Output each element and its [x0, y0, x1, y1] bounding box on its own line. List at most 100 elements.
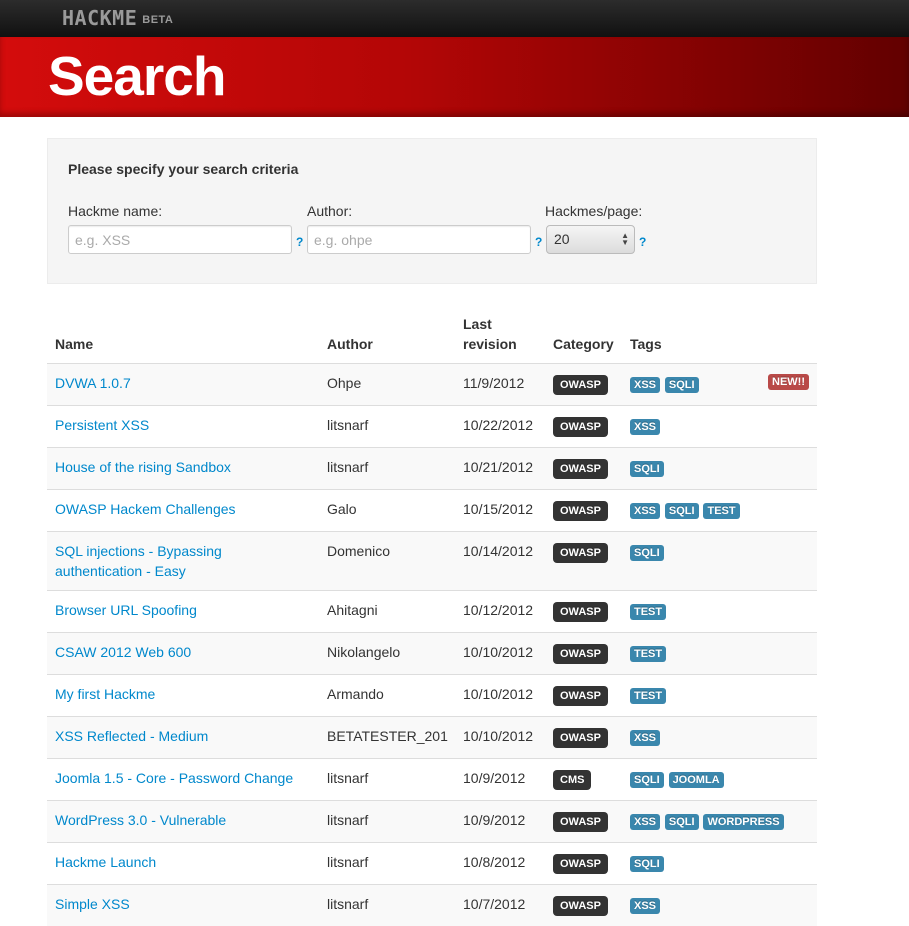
- tag-label[interactable]: XSS: [630, 730, 660, 746]
- category-cell: OWASP: [545, 843, 622, 885]
- tag-label[interactable]: XSS: [630, 419, 660, 435]
- author-input[interactable]: [307, 225, 531, 254]
- brand-logo[interactable]: HACKME BETA: [62, 6, 173, 30]
- author-cell: litsnarf: [319, 448, 455, 490]
- tag-label[interactable]: JOOMLA: [669, 772, 724, 788]
- search-panel: Please specify your search criteria Hack…: [47, 138, 817, 284]
- tag-label[interactable]: XSS: [630, 503, 660, 519]
- category-cell: CMS: [545, 759, 622, 801]
- page-title: Search: [48, 49, 225, 104]
- category-cell: OWASP: [545, 448, 622, 490]
- revision-cell: 10/22/2012: [455, 406, 545, 448]
- per-page-select[interactable]: 20 ▲▼: [546, 225, 635, 254]
- category-cell: OWASP: [545, 633, 622, 675]
- header-last-revision-line1: Last: [463, 316, 492, 332]
- hackme-link[interactable]: Joomla 1.5 - Core - Password Change: [55, 770, 293, 786]
- tag-label[interactable]: TEST: [630, 646, 666, 662]
- header-last-revision[interactable]: Last revision: [455, 306, 545, 364]
- category-label[interactable]: OWASP: [553, 686, 608, 706]
- author-cell: Armando: [319, 675, 455, 717]
- hackme-link[interactable]: WordPress 3.0 - Vulnerable: [55, 812, 226, 828]
- tag-label[interactable]: XSS: [630, 898, 660, 914]
- search-heading: Please specify your search criteria: [68, 161, 298, 177]
- category-label[interactable]: OWASP: [553, 602, 608, 622]
- results-table: Name Author Last revision Category Tags D…: [47, 306, 817, 926]
- tags-cell: TEST: [622, 591, 817, 633]
- hackme-link[interactable]: OWASP Hackem Challenges: [55, 501, 236, 517]
- category-label[interactable]: CMS: [553, 770, 591, 790]
- header-category[interactable]: Category: [545, 306, 622, 364]
- tag-label[interactable]: SQLI: [630, 772, 664, 788]
- tag-label[interactable]: TEST: [630, 604, 666, 620]
- hackme-name-input[interactable]: [68, 225, 292, 254]
- tag-label[interactable]: SQLI: [630, 461, 664, 477]
- name-cell: Joomla 1.5 - Core - Password Change: [47, 759, 319, 801]
- hackme-link[interactable]: XSS Reflected - Medium: [55, 728, 208, 744]
- category-label[interactable]: OWASP: [553, 459, 608, 479]
- author-cell: Ohpe: [319, 364, 455, 406]
- tags-cell: SQLI JOOMLA: [622, 759, 817, 801]
- category-label[interactable]: OWASP: [553, 543, 608, 563]
- hackme-link[interactable]: CSAW 2012 Web 600: [55, 644, 191, 660]
- author-cell: Galo: [319, 490, 455, 532]
- author-cell: litsnarf: [319, 801, 455, 843]
- hackme-link[interactable]: Hackme Launch: [55, 854, 156, 870]
- tag-label[interactable]: SQLI: [665, 503, 699, 519]
- hackme-link[interactable]: House of the rising Sandbox: [55, 459, 231, 475]
- category-label[interactable]: OWASP: [553, 812, 608, 832]
- hackme-link[interactable]: SQL injections - Bypassing authenticatio…: [55, 543, 222, 579]
- table-row: Persistent XSSlitsnarf10/22/2012OWASPXSS: [47, 406, 817, 448]
- tags-cell: XSS SQLI NEW!!: [622, 364, 817, 406]
- hackme-link[interactable]: Simple XSS: [55, 896, 130, 912]
- tag-label[interactable]: XSS: [630, 377, 660, 393]
- category-label[interactable]: OWASP: [553, 501, 608, 521]
- table-row: CSAW 2012 Web 600Nikolangelo10/10/2012OW…: [47, 633, 817, 675]
- tag-label[interactable]: SQLI: [630, 856, 664, 872]
- header-last-revision-line2: revision: [463, 336, 517, 352]
- tags-cell: XSS: [622, 717, 817, 759]
- tag-label[interactable]: TEST: [630, 688, 666, 704]
- brand-name: HACKME: [62, 6, 137, 30]
- hackme-link[interactable]: Browser URL Spoofing: [55, 602, 197, 618]
- hackme-link[interactable]: Persistent XSS: [55, 417, 149, 433]
- name-cell: Browser URL Spoofing: [47, 591, 319, 633]
- tag-label[interactable]: XSS: [630, 814, 660, 830]
- tag-label[interactable]: SQLI: [665, 814, 699, 830]
- category-label[interactable]: OWASP: [553, 854, 608, 874]
- header-name[interactable]: Name: [47, 306, 319, 364]
- category-label[interactable]: OWASP: [553, 375, 608, 395]
- category-label[interactable]: OWASP: [553, 728, 608, 748]
- category-cell: OWASP: [545, 801, 622, 843]
- category-label[interactable]: OWASP: [553, 644, 608, 664]
- category-cell: OWASP: [545, 490, 622, 532]
- name-cell: My first Hackme: [47, 675, 319, 717]
- tag-label[interactable]: SQLI: [665, 377, 699, 393]
- tags-cell: XSS SQLI WORDPRESS: [622, 801, 817, 843]
- tag-label[interactable]: SQLI: [630, 545, 664, 561]
- beta-badge: BETA: [142, 14, 173, 26]
- category-label[interactable]: OWASP: [553, 896, 608, 916]
- table-row: Hackme Launchlitsnarf10/8/2012OWASPSQLI: [47, 843, 817, 885]
- author-cell: Domenico: [319, 532, 455, 591]
- table-row: DVWA 1.0.7 Ohpe11/9/2012 OWASP XSS SQLI NEW…: [47, 364, 817, 406]
- per-page-help-icon[interactable]: ?: [639, 235, 646, 249]
- table-row: Browser URL SpoofingAhitagni10/12/2012OW…: [47, 591, 817, 633]
- author-help-icon[interactable]: ?: [535, 235, 542, 249]
- name-cell: House of the rising Sandbox: [47, 448, 319, 490]
- category-label[interactable]: OWASP: [553, 417, 608, 437]
- header-tags[interactable]: Tags: [622, 306, 817, 364]
- hackme-link[interactable]: My first Hackme: [55, 686, 155, 702]
- hackme-name-help-icon[interactable]: ?: [296, 235, 303, 249]
- category-cell: OWASP: [545, 717, 622, 759]
- name-cell: WordPress 3.0 - Vulnerable: [47, 801, 319, 843]
- tags-cell: XSS: [622, 406, 817, 448]
- tag-label[interactable]: WORDPRESS: [703, 814, 783, 830]
- header-author[interactable]: Author: [319, 306, 455, 364]
- table-row: My first HackmeArmando10/10/2012OWASPTES…: [47, 675, 817, 717]
- top-navbar: HACKME BETA: [0, 0, 909, 37]
- name-cell: Persistent XSS: [47, 406, 319, 448]
- hackme-link[interactable]: DVWA 1.0.7: [55, 375, 131, 391]
- revision-cell: 11/9/2012: [455, 364, 545, 406]
- tag-label[interactable]: TEST: [703, 503, 739, 519]
- per-page-label: Hackmes/page:: [545, 203, 642, 219]
